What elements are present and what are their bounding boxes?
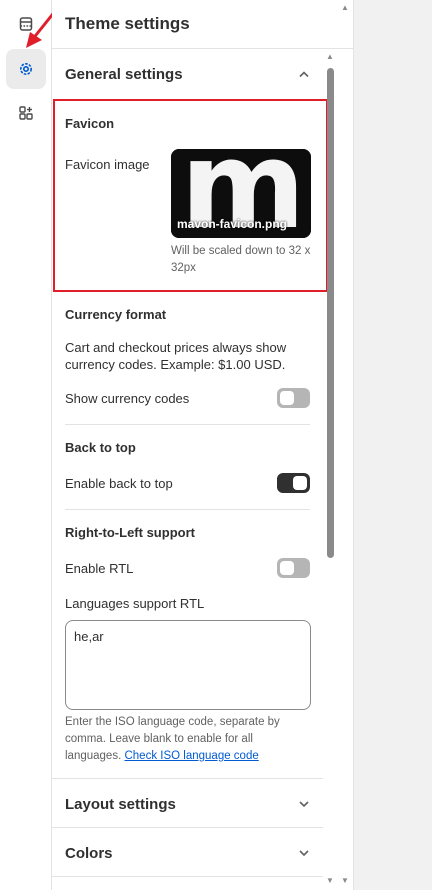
divider bbox=[52, 876, 323, 877]
annotation-highlight-box bbox=[53, 99, 328, 292]
rtl-heading: Right-to-Left support bbox=[65, 525, 195, 540]
chevron-up-icon bbox=[297, 67, 311, 81]
rtl-languages-label: Languages support RTL bbox=[65, 596, 205, 611]
scroll-up-icon[interactable]: ▲ bbox=[326, 52, 334, 61]
scroll-down-icon[interactable]: ▼ bbox=[326, 876, 334, 885]
apps-nav-button[interactable] bbox=[6, 93, 46, 133]
show-currency-codes-toggle[interactable] bbox=[277, 388, 310, 408]
currency-heading: Currency format bbox=[65, 307, 167, 322]
toggle-knob bbox=[280, 561, 294, 575]
toggle-knob bbox=[280, 391, 294, 405]
theme-settings-nav-button[interactable] bbox=[6, 49, 46, 89]
rtl-toggle-label: Enable RTL bbox=[65, 561, 134, 576]
page-scroll-up-icon[interactable]: ▲ bbox=[341, 3, 349, 12]
group-label: Colors bbox=[65, 844, 113, 862]
sidebar-rail bbox=[0, 0, 62, 890]
chevron-down-icon bbox=[297, 846, 311, 860]
toggle-knob bbox=[293, 476, 307, 490]
check-iso-code-link[interactable]: Check ISO language code bbox=[124, 750, 258, 762]
enable-back-to-top-toggle[interactable] bbox=[277, 473, 310, 493]
currency-toggle-label: Show currency codes bbox=[65, 391, 190, 406]
divider bbox=[65, 509, 310, 510]
page-scroll-down-icon[interactable]: ▼ bbox=[341, 876, 349, 885]
apps-icon bbox=[19, 106, 33, 120]
rtl-hint: Enter the ISO language code, separate by… bbox=[65, 714, 305, 765]
group-label: General settings bbox=[65, 65, 183, 83]
settings-content: General settings bbox=[52, 49, 324, 99]
back-to-top-heading: Back to top bbox=[65, 440, 136, 455]
layout-settings-header[interactable]: Layout settings bbox=[52, 779, 324, 829]
chevron-down-icon bbox=[297, 797, 311, 811]
back-to-top-toggle-label: Enable back to top bbox=[65, 476, 173, 491]
rtl-languages-textarea[interactable]: he,ar bbox=[65, 620, 311, 710]
scrollbar-thumb[interactable] bbox=[327, 68, 334, 558]
currency-description: Cart and checkout prices always show cur… bbox=[65, 340, 287, 372]
divider bbox=[65, 424, 310, 425]
group-label: Layout settings bbox=[65, 795, 176, 813]
page-title: Theme settings bbox=[65, 14, 190, 33]
gear-icon bbox=[20, 63, 32, 75]
colors-header[interactable]: Colors bbox=[52, 828, 324, 878]
general-settings-header[interactable]: General settings bbox=[52, 49, 324, 99]
enable-rtl-toggle[interactable] bbox=[277, 558, 310, 578]
